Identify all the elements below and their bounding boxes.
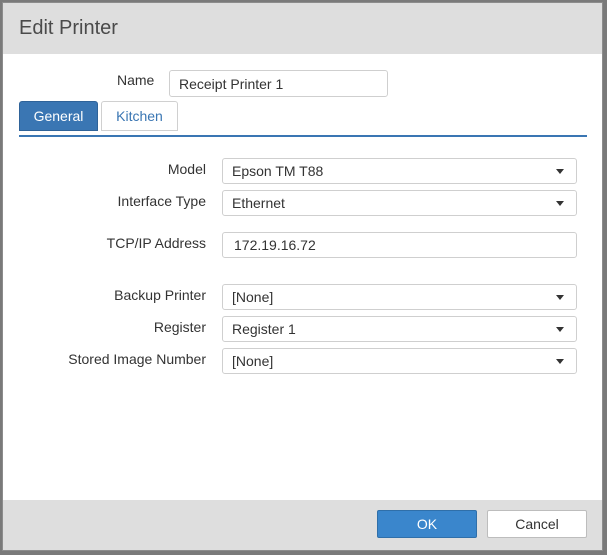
model-label: Model	[167, 161, 206, 177]
edit-printer-dialog: Edit Printer Name General Kitchen Model …	[2, 2, 603, 551]
model-value: Epson TM T88	[232, 163, 324, 179]
interface-type-label: Interface Type	[117, 193, 206, 209]
stored-image-number-label: Stored Image Number	[68, 351, 206, 367]
chevron-down-icon	[556, 295, 564, 300]
chevron-down-icon	[556, 327, 564, 332]
stored-image-number-value: [None]	[232, 353, 274, 369]
tcpip-address-label: TCP/IP Address	[106, 235, 206, 251]
ok-button[interactable]: OK	[377, 510, 477, 538]
register-value: Register 1	[232, 321, 296, 337]
stored-image-number-select[interactable]: [None]	[222, 348, 577, 374]
name-label: Name	[117, 72, 155, 88]
tab-general[interactable]: General	[19, 101, 98, 131]
dialog-titlebar[interactable]: Edit Printer	[3, 3, 602, 54]
interface-type-value: Ethernet	[232, 195, 285, 211]
tcpip-address-input[interactable]	[222, 232, 577, 258]
name-input[interactable]	[169, 70, 388, 97]
chevron-down-icon	[556, 169, 564, 174]
register-select[interactable]: Register 1	[222, 316, 577, 342]
dialog-footer: OK Cancel	[3, 500, 602, 550]
backup-printer-value: [None]	[232, 289, 274, 305]
cancel-button[interactable]: Cancel	[487, 510, 587, 538]
chevron-down-icon	[556, 201, 564, 206]
register-label: Register	[153, 319, 206, 335]
chevron-down-icon	[556, 359, 564, 364]
model-select[interactable]: Epson TM T88	[222, 158, 577, 184]
interface-type-select[interactable]: Ethernet	[222, 190, 577, 216]
tab-underline	[19, 135, 587, 137]
dialog-title: Edit Printer	[19, 17, 118, 39]
backup-printer-label: Backup Printer	[114, 287, 206, 303]
backup-printer-select[interactable]: [None]	[222, 284, 577, 310]
tab-kitchen[interactable]: Kitchen	[101, 101, 178, 131]
